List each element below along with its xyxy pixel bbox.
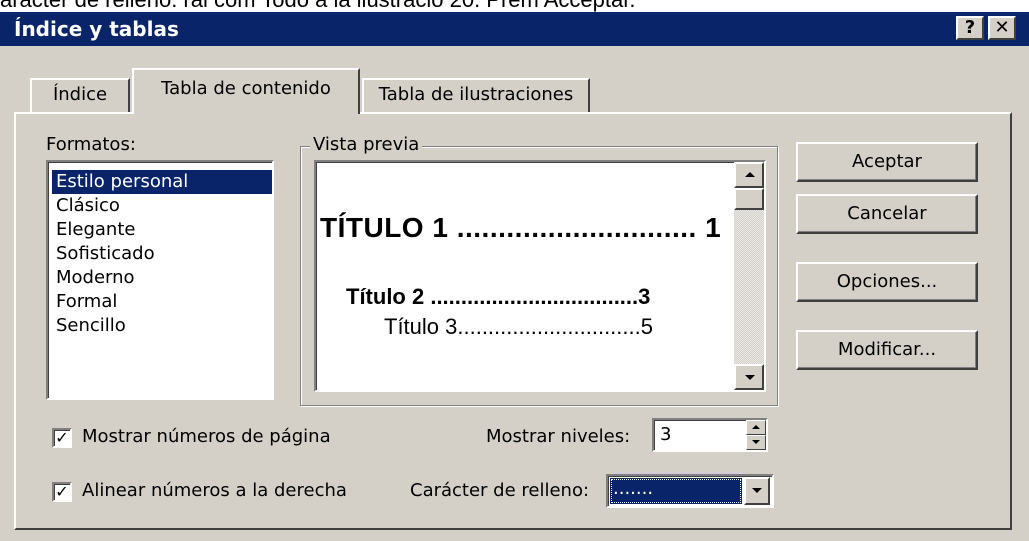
- formats-listbox[interactable]: Estilo personal Clásico Elegante Sofisti…: [46, 160, 274, 400]
- tab-label: Índice: [52, 84, 108, 105]
- scroll-up-button[interactable]: [734, 162, 764, 188]
- scroll-thumb[interactable]: [734, 188, 764, 210]
- dialog-title: Índice y tablas: [14, 17, 179, 41]
- fill-char-label: Carácter de relleno:: [410, 480, 590, 501]
- tab-label: Tabla de ilustraciones: [378, 84, 574, 105]
- show-page-numbers-label[interactable]: Mostrar números de página: [82, 426, 331, 448]
- show-levels-spinner[interactable]: 3: [652, 418, 768, 452]
- spin-up-icon: [752, 425, 760, 429]
- show-page-numbers-checkbox[interactable]: ✓: [52, 428, 72, 448]
- spin-down-button[interactable]: [746, 435, 766, 450]
- preview-box: TÍTULO 1 ............................. 1…: [314, 160, 766, 392]
- preview-label: Vista previa: [310, 134, 423, 156]
- formats-label: Formatos:: [46, 134, 136, 155]
- fill-char-select[interactable]: .......: [606, 474, 774, 508]
- options-button[interactable]: Opciones...: [796, 262, 978, 302]
- tab-tabla-de-ilustraciones[interactable]: Tabla de ilustraciones: [362, 78, 590, 112]
- preview-heading-1: TÍTULO 1 ............................. 1: [320, 212, 722, 243]
- list-item[interactable]: Sofisticado: [52, 242, 272, 266]
- preview-heading-2: Título 2 ...............................…: [346, 284, 651, 309]
- scroll-down-button[interactable]: [734, 364, 764, 390]
- accept-button[interactable]: Aceptar: [796, 142, 978, 182]
- help-icon: ?: [964, 17, 976, 38]
- list-item[interactable]: Elegante: [52, 218, 272, 242]
- tab-indice[interactable]: Índice: [30, 78, 130, 112]
- list-item[interactable]: Moderno: [52, 266, 272, 290]
- spin-up-button[interactable]: [746, 420, 766, 435]
- checkmark-icon: ✓: [55, 482, 69, 501]
- align-right-checkbox[interactable]: ✓: [52, 482, 72, 502]
- cancel-button[interactable]: Cancelar: [796, 194, 978, 234]
- preview-heading-3: Título 3..............................5: [384, 314, 653, 339]
- close-button[interactable]: ✕: [988, 16, 1016, 40]
- list-item[interactable]: Clásico: [52, 194, 272, 218]
- tab-tabla-de-contenido[interactable]: Tabla de contenido: [132, 68, 360, 114]
- modify-button[interactable]: Modificar...: [796, 330, 978, 370]
- fill-char-value[interactable]: .......: [610, 478, 742, 504]
- tab-label: Tabla de contenido: [161, 78, 331, 99]
- show-levels-label: Mostrar niveles:: [486, 426, 631, 447]
- checkmark-icon: ✓: [55, 428, 69, 447]
- close-icon: ✕: [994, 17, 1010, 38]
- list-item[interactable]: Estilo personal: [52, 170, 272, 194]
- list-item[interactable]: Formal: [52, 290, 272, 314]
- levels-value[interactable]: 3: [660, 424, 671, 446]
- scroll-down-icon: [745, 375, 755, 380]
- help-button[interactable]: ?: [956, 16, 984, 40]
- dropdown-arrow-icon: [752, 488, 762, 493]
- spin-down-icon: [752, 440, 760, 444]
- list-item[interactable]: Sencillo: [52, 314, 272, 338]
- preview-scrollbar[interactable]: [734, 162, 764, 390]
- dropdown-arrow-button[interactable]: [744, 477, 770, 505]
- align-right-label[interactable]: Alinear números a la derecha: [82, 480, 347, 502]
- scroll-up-icon: [745, 172, 755, 177]
